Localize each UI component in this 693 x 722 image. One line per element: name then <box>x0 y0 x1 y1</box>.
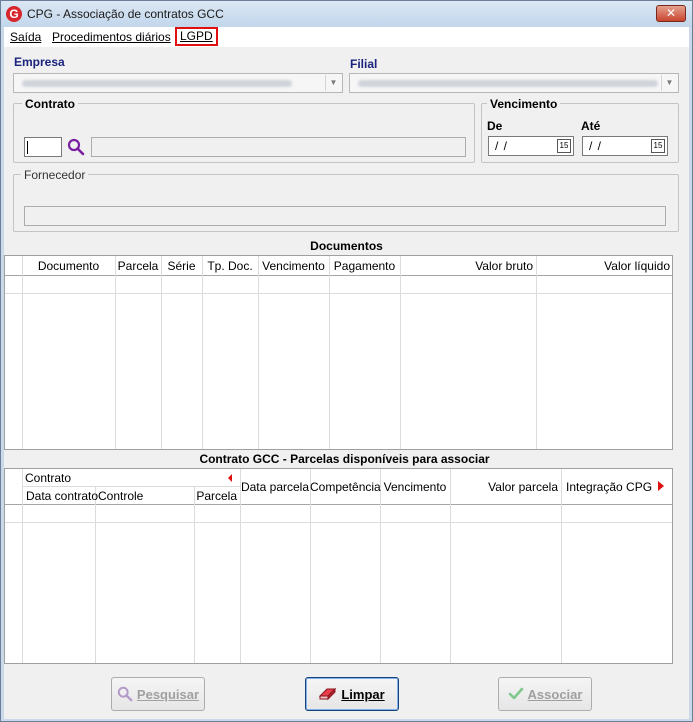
empresa-value-redacted <box>22 80 292 87</box>
grid-col-divider <box>95 486 96 663</box>
col-valor-liquido[interactable]: Valor líquido <box>536 258 670 274</box>
grid-col-divider <box>329 256 330 449</box>
filial-label: Filial <box>350 57 378 71</box>
de-label: De <box>487 119 503 133</box>
contrato-search-icon[interactable] <box>67 138 85 156</box>
calendar-icon[interactable]: 15 <box>557 139 571 153</box>
vencimento-de-input[interactable]: / / 15 <box>488 136 574 156</box>
col-data-contrato[interactable]: Data contrato <box>26 488 98 504</box>
col-pagamento[interactable]: Pagamento <box>329 258 400 274</box>
search-icon <box>117 686 133 702</box>
grid-row-divider <box>5 522 672 523</box>
grid-col-divider <box>202 256 203 449</box>
grid-col-divider <box>450 469 451 663</box>
filial-select[interactable]: ▼ <box>349 73 679 93</box>
grid-group-divider <box>22 486 240 487</box>
col-serie[interactable]: Série <box>161 258 202 274</box>
chevron-down-icon[interactable]: ▼ <box>661 75 677 91</box>
app-window: G CPG - Associação de contratos GCC ✕ Sa… <box>0 0 693 722</box>
ate-label: Até <box>581 119 601 133</box>
grid-col-divider <box>115 256 116 449</box>
documentos-title: Documentos <box>310 239 383 253</box>
grid-header-divider <box>5 504 672 505</box>
fornecedor-group-title: Fornecedor <box>21 168 89 182</box>
col-controle[interactable]: Controle <box>98 488 143 504</box>
parcelas-grid[interactable]: Contrato Data contrato Controle Parcela … <box>4 468 673 664</box>
col-group-contrato[interactable]: Contrato <box>25 470 71 486</box>
vencimento-de-value: / / <box>495 139 509 153</box>
col-data-parcela[interactable]: Data parcela <box>240 479 310 495</box>
col-valor-parcela[interactable]: Valor parcela <box>450 479 558 495</box>
fornecedor-field <box>24 206 666 226</box>
vencimento-group-title: Vencimento <box>487 97 561 111</box>
chevron-down-icon[interactable]: ▼ <box>325 75 341 91</box>
documentos-grid[interactable]: Documento Parcela Série Tp. Doc. Vencime… <box>4 255 673 450</box>
associar-button[interactable]: Associar <box>498 677 592 711</box>
title-bar: G CPG - Associação de contratos GCC ✕ <box>1 1 692 27</box>
parcelas-title: Contrato GCC - Parcelas disponíveis para… <box>199 452 490 466</box>
limpar-button[interactable]: Limpar <box>305 677 399 711</box>
filial-value-redacted <box>358 80 658 87</box>
grid-col-divider <box>194 486 195 663</box>
collapse-left-icon[interactable] <box>228 474 232 482</box>
limpar-label: Limpar <box>341 686 385 702</box>
grid-col-divider <box>240 469 241 663</box>
associar-label: Associar <box>527 686 583 702</box>
grid-col-divider <box>22 256 23 449</box>
calendar-icon[interactable]: 15 <box>651 139 665 153</box>
grid-col-divider <box>161 256 162 449</box>
contrato-group-title: Contrato <box>22 97 78 111</box>
menu-bar: Saída Procedimentos diários LGPD <box>4 27 689 47</box>
empresa-select[interactable]: ▼ <box>13 73 343 93</box>
grid-col-divider <box>536 256 537 449</box>
contrato-description-field <box>91 137 466 157</box>
col-parcela-contrato[interactable]: Parcela <box>194 488 237 504</box>
vencimento-ate-input[interactable]: / / 15 <box>582 136 668 156</box>
grid-header-divider <box>5 275 672 276</box>
grid-col-divider <box>561 469 562 663</box>
pesquisar-label: Pesquisar <box>136 686 200 702</box>
grid-col-divider <box>380 469 381 663</box>
text-caret <box>27 141 28 154</box>
grid-col-divider <box>310 469 311 663</box>
col-vencimento[interactable]: Vencimento <box>258 258 329 274</box>
pesquisar-button[interactable]: Pesquisar <box>111 677 205 711</box>
close-button[interactable]: ✕ <box>656 5 686 22</box>
col-tp-doc[interactable]: Tp. Doc. <box>202 258 258 274</box>
grid-col-divider <box>400 256 401 449</box>
col-documento[interactable]: Documento <box>22 258 115 274</box>
col-competencia[interactable]: Competência <box>310 479 381 495</box>
client-area: Saída Procedimentos diários LGPD Empresa… <box>4 27 689 719</box>
vencimento-ate-value: / / <box>589 139 603 153</box>
grid-col-divider <box>258 256 259 449</box>
col-parcela[interactable]: Parcela <box>115 258 161 274</box>
app-logo-icon: G <box>6 6 22 22</box>
eraser-icon <box>319 687 337 701</box>
col-integracao-cpg[interactable]: Integração CPG <box>566 479 652 495</box>
grid-row-divider <box>5 293 672 294</box>
col-valor-bruto[interactable]: Valor bruto <box>400 258 533 274</box>
empresa-label: Empresa <box>14 55 65 69</box>
window-title: CPG - Associação de contratos GCC <box>27 7 224 21</box>
grid-col-divider <box>22 469 23 663</box>
scroll-right-icon[interactable] <box>658 481 664 491</box>
menu-saida[interactable]: Saída <box>10 30 41 44</box>
menu-lgpd[interactable]: LGPD <box>175 27 218 46</box>
col-vencimento-parcela[interactable]: Vencimento <box>380 479 450 495</box>
check-icon <box>508 687 523 700</box>
contrato-code-input[interactable] <box>24 137 62 157</box>
menu-procedimentos-diarios[interactable]: Procedimentos diários <box>52 30 171 44</box>
